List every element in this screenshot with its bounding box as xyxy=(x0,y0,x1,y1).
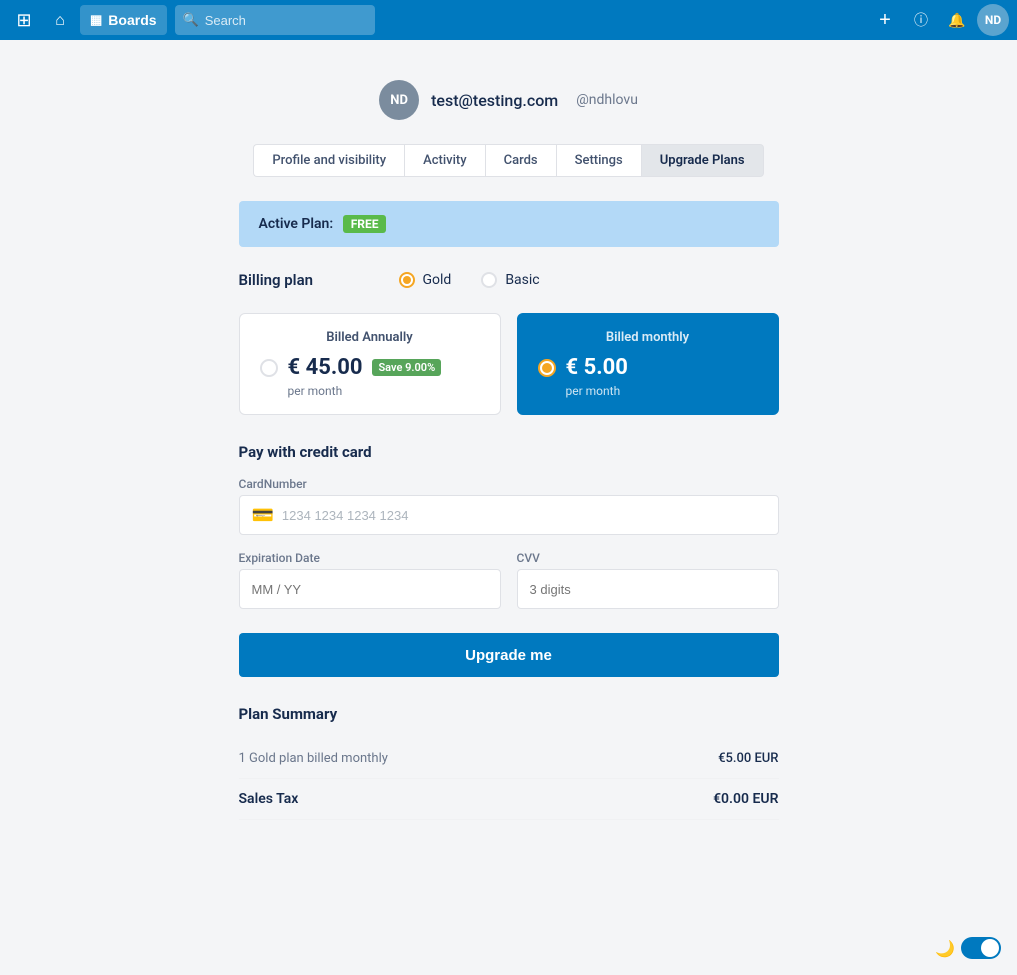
plan-card-annually[interactable]: Billed Annually € 45.00 Save 9.00% per m… xyxy=(239,313,501,415)
billing-options: Gold Basic xyxy=(399,272,540,288)
toggle-switch[interactable] xyxy=(961,937,1001,959)
credit-card-title: Pay with credit card xyxy=(239,443,779,461)
active-plan-banner: Active Plan: FREE xyxy=(239,201,779,247)
card-number-input[interactable] xyxy=(282,508,766,523)
tabs: Profile and visibility Activity Cards Se… xyxy=(20,144,997,177)
summary-row-gold: 1 Gold plan billed monthly €5.00 EUR xyxy=(239,739,779,779)
billing-option-gold[interactable]: Gold xyxy=(399,272,452,288)
expiry-cvv-fields: Expiration Date CVV xyxy=(239,551,779,609)
radio-gold[interactable] xyxy=(399,272,415,288)
expiry-input[interactable] xyxy=(239,569,501,609)
summary-row-tax: Sales Tax €0.00 EUR xyxy=(239,779,779,820)
search-bar[interactable]: 🔍 xyxy=(175,5,375,35)
profile-email: test@testing.com xyxy=(431,91,558,110)
boards-label: Boards xyxy=(108,12,156,28)
content-area: Active Plan: FREE Billing plan Gold Basi… xyxy=(239,201,779,820)
upgrade-button[interactable]: Upgrade me xyxy=(239,633,779,677)
tab-settings[interactable]: Settings xyxy=(556,144,641,177)
radio-annually[interactable] xyxy=(260,359,278,377)
topnav: ⊞ ⌂ ▦ Boards 🔍 + ⓘ 🔔 ND xyxy=(0,0,1017,40)
tab-profile[interactable]: Profile and visibility xyxy=(253,144,404,177)
summary-gold-label: 1 Gold plan billed monthly xyxy=(239,751,388,766)
user-avatar[interactable]: ND xyxy=(977,4,1009,36)
radio-monthly[interactable] xyxy=(538,359,556,377)
plan-summary: Plan Summary 1 Gold plan billed monthly … xyxy=(239,705,779,820)
card-number-field: 💳 xyxy=(239,495,779,535)
search-icon: 🔍 xyxy=(183,13,199,28)
card-icon: 💳 xyxy=(252,505,274,526)
info-button[interactable]: ⓘ xyxy=(905,4,937,36)
plan-card-annually-title: Billed Annually xyxy=(260,330,480,345)
billing-plan-label: Billing plan xyxy=(239,271,359,289)
active-plan-label: Active Plan: xyxy=(259,216,334,232)
plan-per-month-annually: per month xyxy=(288,384,480,398)
tab-activity[interactable]: Activity xyxy=(404,144,485,177)
billing-option-basic[interactable]: Basic xyxy=(481,272,539,288)
summary-gold-value: €5.00 EUR xyxy=(718,751,778,766)
tab-upgrade[interactable]: Upgrade Plans xyxy=(641,144,764,177)
credit-card-section: Pay with credit card CardNumber 💳 Expira… xyxy=(239,443,779,609)
boards-icon: ▦ xyxy=(90,12,102,28)
add-button[interactable]: + xyxy=(869,4,901,36)
toggle-knob xyxy=(981,939,999,957)
notifications-button[interactable]: 🔔 xyxy=(941,4,973,36)
plan-price-monthly: € 5.00 xyxy=(566,355,628,380)
expiry-field-group: Expiration Date xyxy=(239,551,501,609)
plan-cards: Billed Annually € 45.00 Save 9.00% per m… xyxy=(239,313,779,415)
cvv-label: CVV xyxy=(517,551,779,565)
plan-summary-title: Plan Summary xyxy=(239,705,779,723)
active-plan-badge: FREE xyxy=(343,215,387,233)
expiry-label: Expiration Date xyxy=(239,551,501,565)
plan-card-monthly[interactable]: Billed monthly € 5.00 per month xyxy=(517,313,779,415)
radio-basic[interactable] xyxy=(481,272,497,288)
card-number-label: CardNumber xyxy=(239,477,779,491)
search-input[interactable] xyxy=(205,13,367,28)
main-content: ND test@testing.com @ndhlovu Profile and… xyxy=(0,40,1017,860)
cvv-field-group: CVV xyxy=(517,551,779,609)
plan-per-month-monthly: per month xyxy=(566,384,758,398)
tab-cards[interactable]: Cards xyxy=(485,144,556,177)
summary-tax-label: Sales Tax xyxy=(239,791,299,807)
plan-price-annually: € 45.00 xyxy=(288,355,363,380)
dark-mode-toggle: 🌙 xyxy=(935,937,1001,959)
grid-icon[interactable]: ⊞ xyxy=(8,4,40,36)
avatar: ND xyxy=(379,80,419,120)
profile-header: ND test@testing.com @ndhlovu xyxy=(20,80,997,120)
profile-username: @ndhlovu xyxy=(576,92,638,108)
cvv-input[interactable] xyxy=(517,569,779,609)
summary-tax-value: €0.00 EUR xyxy=(713,791,778,807)
plan-card-monthly-title: Billed monthly xyxy=(538,330,758,345)
billing-plan-section: Billing plan Gold Basic xyxy=(239,271,779,289)
home-icon[interactable]: ⌂ xyxy=(44,4,76,36)
save-badge-annually: Save 9.00% xyxy=(372,359,441,376)
moon-icon: 🌙 xyxy=(935,939,955,958)
boards-button[interactable]: ▦ Boards xyxy=(80,5,167,35)
